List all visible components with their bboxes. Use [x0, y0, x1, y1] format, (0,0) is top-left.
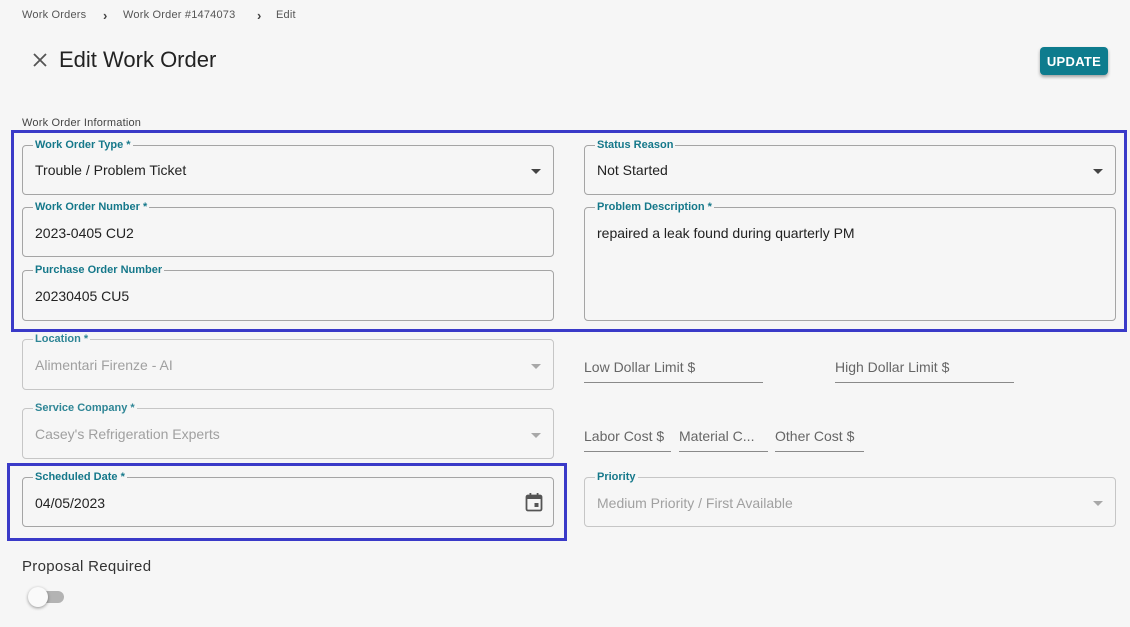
service-company-value: Casey's Refrigeration Experts: [35, 426, 220, 442]
dropdown-caret-icon: [531, 364, 541, 369]
low-dollar-limit-input[interactable]: Low Dollar Limit $: [584, 359, 763, 383]
priority-label: Priority: [595, 470, 638, 484]
highlight-box: [7, 463, 567, 541]
toggle-thumb[interactable]: [28, 587, 48, 607]
priority-select: Priority Medium Priority / First Availab…: [584, 470, 1116, 527]
chevron-right-icon: ›: [103, 8, 108, 23]
material-cost-input[interactable]: Material C...: [679, 428, 768, 452]
update-button[interactable]: UPDATE: [1040, 47, 1108, 75]
section-label: Work Order Information: [22, 117, 142, 129]
close-icon[interactable]: [32, 52, 48, 68]
service-company-label: Service Company *: [33, 401, 137, 415]
priority-value: Medium Priority / First Available: [597, 495, 793, 511]
highlight-box: [11, 130, 1127, 332]
other-cost-input[interactable]: Other Cost $: [775, 428, 864, 452]
location-value: Alimentari Firenze - AI: [35, 357, 173, 373]
high-dollar-limit-input[interactable]: High Dollar Limit $: [835, 359, 1014, 383]
breadcrumb-work-order[interactable]: Work Order #1474073: [123, 9, 235, 21]
dropdown-caret-icon: [531, 433, 541, 438]
breadcrumb-edit: Edit: [276, 9, 296, 21]
location-label: Location *: [33, 332, 91, 346]
breadcrumb-work-orders[interactable]: Work Orders: [22, 9, 86, 21]
proposal-required-label: Proposal Required: [22, 558, 152, 575]
location-select: Location * Alimentari Firenze - AI: [22, 332, 554, 390]
chevron-right-icon: ›: [257, 8, 262, 23]
dropdown-caret-icon: [1093, 501, 1103, 506]
service-company-select: Service Company * Casey's Refrigeration …: [22, 401, 554, 459]
page-title: Edit Work Order: [59, 47, 217, 72]
labor-cost-input[interactable]: Labor Cost $: [584, 428, 671, 452]
